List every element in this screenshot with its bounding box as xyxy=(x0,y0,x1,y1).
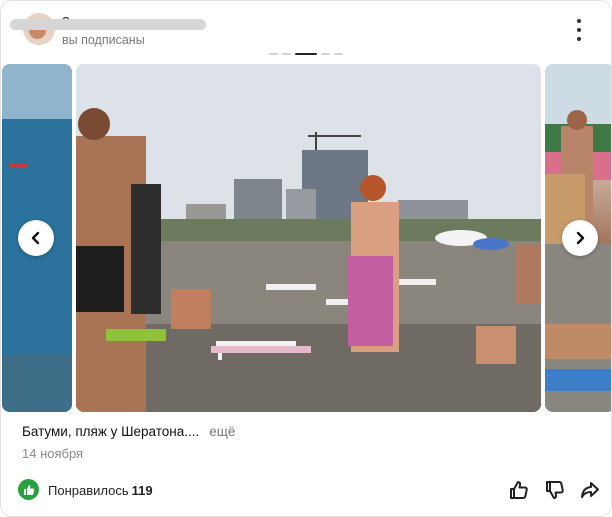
carousel-dot-active[interactable] xyxy=(295,53,317,55)
carousel-dot[interactable] xyxy=(282,53,291,55)
carousel-dot[interactable] xyxy=(334,53,343,55)
likes-summary[interactable]: Понравилось 119 xyxy=(48,483,153,498)
carousel-dot[interactable] xyxy=(269,53,278,55)
more-vertical-icon-dot xyxy=(577,28,581,32)
chevron-right-icon xyxy=(576,231,585,245)
channel-name-redaction xyxy=(10,19,206,30)
subscription-status: вы подписаны xyxy=(62,33,145,47)
post-card: Замечания по пляжу вы подписаны xyxy=(0,0,612,517)
carousel-next-button[interactable] xyxy=(562,220,598,256)
thumbs-up-icon xyxy=(23,484,34,495)
post-date: 14 ноября xyxy=(22,446,84,461)
likes-summary-icon xyxy=(18,479,39,500)
beach-photo xyxy=(76,64,541,412)
expand-caption-link[interactable]: ещё xyxy=(209,424,235,439)
chevron-left-icon xyxy=(31,231,40,245)
dislike-button[interactable] xyxy=(542,477,568,503)
more-vertical-icon-dot xyxy=(577,37,581,41)
carousel-dot[interactable] xyxy=(321,53,330,55)
post-caption[interactable]: Батуми, пляж у Шератона.... ещё xyxy=(22,424,235,439)
share-button[interactable] xyxy=(577,477,603,503)
carousel-slide-current[interactable] xyxy=(76,64,541,412)
post-caption-text: Батуми, пляж у Шератона.... xyxy=(22,424,200,439)
more-vertical-icon xyxy=(577,19,581,23)
likes-label: Понравилось xyxy=(48,483,129,498)
thumbs-down-icon xyxy=(546,481,564,499)
carousel-prev-button[interactable] xyxy=(18,220,54,256)
likes-count: 119 xyxy=(131,483,153,498)
channel-name[interactable]: Замечания по пляжу xyxy=(10,13,212,30)
thumbs-up-icon xyxy=(510,481,528,499)
carousel-pagination xyxy=(269,53,343,55)
like-button[interactable] xyxy=(506,477,532,503)
more-menu-button[interactable] xyxy=(569,19,589,41)
share-icon xyxy=(581,482,599,498)
